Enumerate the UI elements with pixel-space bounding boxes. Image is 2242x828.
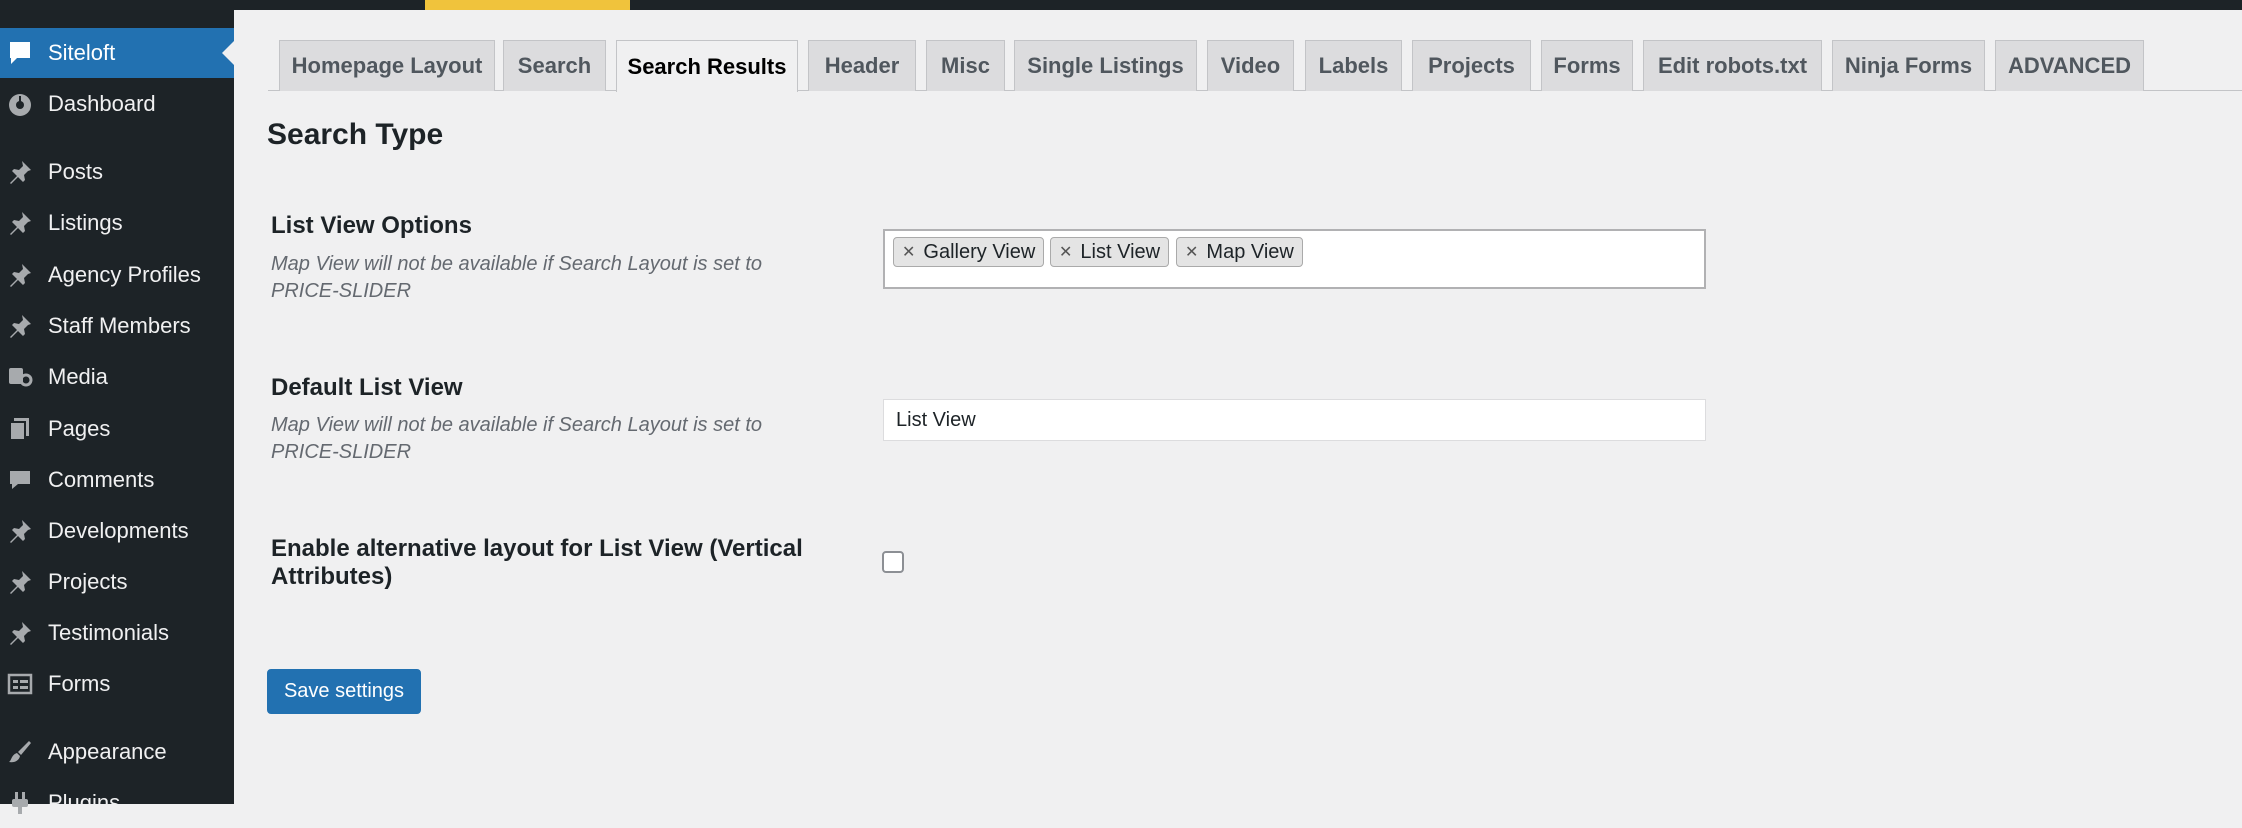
admin-bar	[0, 0, 2242, 10]
alternative-layout-label: Enable alternative layout for List View …	[271, 535, 803, 590]
sidebar-item-siteloft[interactable]: Siteloft	[0, 28, 234, 78]
plugin-icon	[6, 789, 34, 817]
sidebar-item-testimonials[interactable]: Testimonials	[0, 608, 234, 658]
sidebar-item-listings[interactable]: Listings	[0, 198, 234, 248]
selected-chip-list-view: ✕ List View	[1050, 237, 1170, 267]
sidebar-item-label: Testimonials	[48, 620, 170, 645]
media-icon	[6, 363, 34, 391]
sidebar-item-forms[interactable]: Forms	[0, 659, 234, 709]
sidebar-item-label: Comments	[48, 467, 155, 492]
sidebar-item-agency-profiles[interactable]: Agency Profiles	[0, 250, 234, 300]
sidebar-item-posts[interactable]: Posts	[0, 147, 234, 197]
selected-chip-map-view: ✕ Map View	[1176, 237, 1303, 267]
pushpin-icon	[6, 517, 34, 545]
pushpin-icon	[6, 209, 34, 237]
selected-chip-gallery-view: ✕ Gallery View	[893, 237, 1045, 267]
list-view-options-label: List View Options	[271, 212, 472, 239]
section-title: Search Type	[267, 118, 444, 151]
tab-single-listings[interactable]: Single Listings	[1014, 40, 1197, 91]
tab-advanced[interactable]: ADVANCED	[1995, 40, 2144, 91]
sidebar-item-label: Pages	[48, 416, 111, 441]
tab-header[interactable]: Header	[808, 40, 916, 91]
tab-forms[interactable]: Forms	[1541, 40, 1633, 91]
sidebar-item-label: Developments	[48, 518, 189, 543]
sidebar-item-label: Siteloft	[48, 40, 116, 65]
pushpin-icon	[6, 158, 34, 186]
sidebar-item-label: Projects	[48, 569, 128, 594]
pushpin-icon	[6, 619, 34, 647]
tab-homepage-layout[interactable]: Homepage Layout	[279, 40, 495, 91]
tab-labels[interactable]: Labels	[1305, 40, 1402, 91]
tab-video[interactable]: Video	[1207, 40, 1294, 91]
comment-icon	[6, 466, 34, 494]
sidebar-item-developments[interactable]: Developments	[0, 506, 234, 556]
dashboard-gauge-icon	[6, 90, 34, 118]
sidebar-item-label: Dashboard	[48, 91, 156, 116]
sidebar-item-comments[interactable]: Comments	[0, 455, 234, 505]
tab-misc[interactable]: Misc	[926, 40, 1005, 91]
default-list-view-description: Map View will not be available if Search…	[271, 414, 763, 463]
default-list-view-label: Default List View	[271, 374, 463, 401]
pushpin-icon	[6, 312, 34, 340]
sidebar-item-label: Agency Profiles	[48, 262, 201, 287]
sidebar-item-staff-members[interactable]: Staff Members	[0, 301, 234, 351]
sidebar-item-label: Plugins	[48, 790, 121, 815]
list-view-options-multiselect[interactable]: ✕ Gallery View ✕ List View ✕ Map View	[883, 229, 1706, 289]
sidebar-item-plugins[interactable]: Plugins	[0, 778, 234, 828]
sidebar-item-label: Posts	[48, 159, 104, 184]
list-view-options-description: Map View will not be available if Search…	[271, 253, 763, 302]
remove-chip-icon[interactable]: ✕	[902, 242, 915, 262]
speech-bubble-icon	[6, 39, 34, 67]
tab-search[interactable]: Search	[503, 40, 606, 91]
paintbrush-icon	[6, 738, 34, 766]
sidebar-item-projects[interactable]: Projects	[0, 557, 234, 607]
tab-projects[interactable]: Projects	[1412, 40, 1531, 91]
admin-bar-highlight[interactable]	[425, 0, 630, 10]
pushpin-icon	[6, 568, 34, 596]
remove-chip-icon[interactable]: ✕	[1185, 242, 1198, 262]
pages-icon	[6, 415, 34, 443]
tab-search-results[interactable]: Search Results	[616, 40, 798, 92]
pushpin-icon	[6, 261, 34, 289]
forms-icon	[6, 670, 34, 698]
admin-sidebar: Siteloft Dashboard Posts Listings Agency…	[0, 10, 234, 815]
tab-edit-robots[interactable]: Edit robots.txt	[1643, 40, 1822, 91]
remove-chip-icon[interactable]: ✕	[1059, 242, 1072, 262]
sidebar-item-media[interactable]: Media	[0, 352, 234, 402]
sidebar-item-label: Listings	[48, 210, 123, 235]
sidebar-item-label: Appearance	[48, 739, 167, 764]
sidebar-item-appearance[interactable]: Appearance	[0, 727, 234, 777]
sidebar-item-pages[interactable]: Pages	[0, 404, 234, 454]
save-settings-button[interactable]: Save settings	[267, 669, 421, 714]
tab-ninja-forms[interactable]: Ninja Forms	[1832, 40, 1985, 91]
sidebar-item-label: Forms	[48, 671, 111, 696]
alternative-layout-checkbox[interactable]	[882, 551, 904, 573]
sidebar-item-dashboard[interactable]: Dashboard	[0, 79, 234, 129]
default-list-view-select[interactable]: List View	[883, 399, 1706, 441]
sidebar-item-label: Staff Members	[48, 313, 191, 338]
sidebar-item-label: Media	[48, 364, 108, 389]
